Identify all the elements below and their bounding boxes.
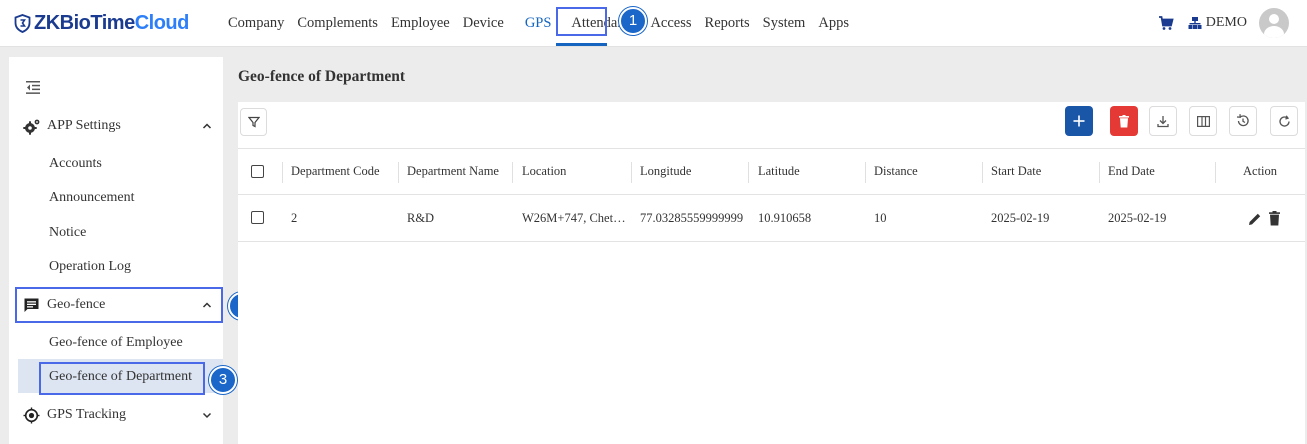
sidebar-item-notice[interactable]: Notice: [49, 225, 86, 241]
column-header-location[interactable]: Location: [522, 149, 566, 194]
nav-company[interactable]: Company: [228, 15, 284, 32]
column-separator: [865, 162, 866, 183]
plus-icon: [1073, 115, 1085, 127]
cell-start-date: 2025-02-19: [991, 210, 1050, 225]
avatar-head: [1269, 14, 1279, 24]
sidebar-item-operation-log[interactable]: Operation Log: [49, 259, 131, 275]
add-button[interactable]: [1065, 106, 1093, 136]
sidebar-item-announcement[interactable]: Announcement: [49, 190, 135, 206]
row-checkbox[interactable]: [251, 211, 264, 224]
columns-button[interactable]: [1189, 106, 1217, 136]
cell-department-name: R&D: [407, 210, 435, 225]
column-separator: [282, 162, 283, 183]
edit-pencil-icon[interactable]: [1248, 212, 1262, 226]
avatar[interactable]: [1259, 8, 1289, 38]
column-header-distance[interactable]: Distance: [874, 149, 918, 194]
column-separator: [631, 162, 632, 183]
cell-latitude: 10.910658: [758, 210, 812, 225]
nav-apps[interactable]: Apps: [818, 15, 849, 32]
filter-button[interactable]: [240, 108, 267, 136]
collapse-sidebar-icon[interactable]: [26, 81, 40, 94]
filter-icon: [247, 116, 260, 128]
sidebar-group-label: GPS Tracking: [47, 407, 126, 422]
sidebar-item-geo-fence-of-employee[interactable]: Geo-fence of Employee: [49, 335, 183, 351]
avatar-body: [1264, 26, 1284, 38]
top-bar: ZK BioTime Cloud Company Complements Emp…: [0, 0, 1307, 47]
column-separator: [748, 162, 749, 183]
nav-gps[interactable]: GPS: [525, 15, 552, 32]
column-header-end-date[interactable]: End Date: [1108, 149, 1155, 194]
column-separator: [512, 162, 513, 183]
select-all-checkbox[interactable]: [251, 165, 264, 178]
column-header-action: Action: [1243, 164, 1278, 178]
chevron-down-icon: [202, 412, 212, 419]
table-header: Department Code Department Name Location…: [238, 148, 1305, 195]
column-header-longitude[interactable]: Longitude: [640, 149, 691, 194]
geo-fence-highlight-box: [15, 287, 223, 323]
nav-employee[interactable]: Employee: [391, 15, 450, 32]
history-button[interactable]: [1229, 106, 1257, 136]
shield-logo-icon: [14, 13, 31, 33]
nav-reports[interactable]: Reports: [705, 15, 750, 32]
export-button[interactable]: [1149, 106, 1177, 136]
column-header-department-name[interactable]: Department Name: [407, 149, 499, 194]
nav-system[interactable]: System: [763, 15, 806, 32]
cart-icon[interactable]: [1158, 15, 1174, 31]
column-separator: [982, 162, 983, 183]
gps-highlight-box: [556, 7, 607, 36]
column-header-department-code[interactable]: Department Code: [291, 149, 380, 194]
nav-device[interactable]: Device: [463, 15, 504, 32]
columns-icon: [1196, 115, 1210, 127]
sidebar-group-gps-tracking[interactable]: GPS Tracking: [9, 397, 223, 433]
column-header-latitude[interactable]: Latitude: [758, 149, 800, 194]
geo-fence-department-highlight-box: [39, 362, 205, 395]
gps-active-underline: [556, 43, 607, 46]
organization-icon: [1188, 17, 1202, 29]
sidebar-item-accounts[interactable]: Accounts: [49, 156, 102, 172]
nav-access[interactable]: Access: [650, 15, 691, 32]
column-separator: [1099, 162, 1100, 183]
gear-icon: [23, 119, 40, 135]
chevron-up-icon: [202, 123, 212, 129]
column-separator: [1215, 162, 1216, 183]
cell-department-code: 2: [291, 210, 298, 225]
trash-icon[interactable]: [1269, 211, 1280, 226]
column-header-start-date[interactable]: Start Date: [991, 149, 1041, 194]
cell-distance: 10: [874, 210, 887, 225]
refresh-icon: [1278, 114, 1290, 127]
top-right-tools: DEMO: [1158, 0, 1289, 46]
nav-complements[interactable]: Complements: [297, 15, 378, 32]
location-target-icon: [23, 407, 40, 424]
delete-button[interactable]: [1110, 106, 1138, 136]
callout-badge-1: 1: [619, 7, 647, 35]
sidebar-group-app-settings[interactable]: APP Settings: [9, 108, 223, 144]
callout-badge-3: 3: [209, 366, 237, 394]
logo-text-cloud: Cloud: [134, 11, 190, 34]
logo-text-zk: ZK: [34, 11, 60, 34]
cell-end-date: 2025-02-19: [1108, 210, 1167, 225]
history-icon: [1236, 114, 1249, 127]
sidebar-group-label: APP Settings: [47, 118, 121, 133]
column-separator: [398, 162, 399, 183]
refresh-button[interactable]: [1270, 106, 1298, 136]
logo-text-biotime: BioTime: [59, 11, 136, 34]
user-name[interactable]: DEMO: [1206, 15, 1247, 31]
cell-longitude: 77.03285559999999: [640, 210, 744, 225]
cell-location: W26M+747, Chet…: [522, 210, 626, 225]
app-logo[interactable]: ZK BioTime Cloud: [14, 10, 189, 36]
trash-icon: [1119, 114, 1129, 127]
table-row[interactable]: 2 R&D W26M+747, Chet… 77.03285559999999 …: [238, 195, 1305, 242]
download-icon: [1157, 115, 1169, 127]
main-nav: Company Complements Employee Device GPS …: [228, 0, 862, 46]
page-title: Geo-fence of Department: [238, 68, 405, 85]
